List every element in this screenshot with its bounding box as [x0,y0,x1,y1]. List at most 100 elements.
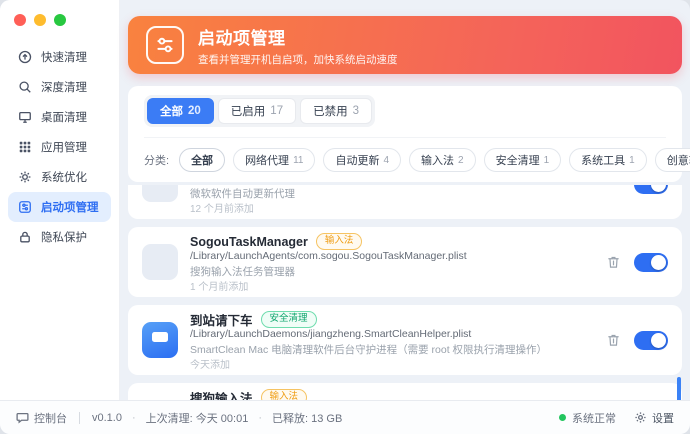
main-row: 快速清理 深度清理 桌面清理 应用管理 系统优化 [0,0,690,400]
sidebar-item-system-optimize[interactable]: 系统优化 [8,162,111,192]
list-item: 到站请下车 安全清理 /Library/LaunchDaemons/jiangz… [128,305,682,375]
item-text: 到站请下车 安全清理 /Library/LaunchDaemons/jiangz… [190,311,595,369]
item-time-added: 12 个月前添加 [190,200,595,213]
scrollbar-thumb[interactable] [677,377,681,400]
toggle-knob [651,255,666,270]
minimize-button[interactable] [34,14,46,26]
chip-label: 自动更新 [335,152,379,168]
zoom-button[interactable] [54,14,66,26]
app-manage-icon [18,140,32,154]
item-description: 搜狗输入法任务管理器 [190,264,595,278]
startup-item-list[interactable]: 微软软件自动更新代理 12 个月前添加 SogouTaskManager 输 [128,185,682,400]
sidebar-menu: 快速清理 深度清理 桌面清理 应用管理 系统优化 [0,42,119,252]
app-icon [142,322,178,358]
chip-count: 1 [629,155,635,166]
sidebar-item-privacy[interactable]: 隐私保护 [8,222,111,252]
system-status: 系统正常 [559,410,616,426]
close-button[interactable] [14,14,26,26]
page-subtitle: 查看并管理开机自启项，加快系统启动速度 [198,52,398,67]
item-path: /Library/LaunchDaemons/jiangzheng.SmartC… [190,328,595,342]
tab-disabled[interactable]: 已禁用 3 [300,98,372,124]
item-category-tag: 输入法 [261,389,308,400]
list-item: 微软软件自动更新代理 12 个月前添加 [128,185,682,219]
status-green-dot [559,414,566,421]
chip-label: 安全清理 [496,152,540,168]
startup-manage-icon [18,200,32,214]
chip-label: 创意软件 [667,152,690,168]
sidebar-item-label: 深度清理 [41,79,87,95]
privacy-icon [18,230,32,244]
sidebar-item-label: 隐私保护 [41,229,87,245]
toggle-knob [651,333,666,348]
item-category-tag: 输入法 [316,233,363,249]
chip-all[interactable]: 全部 [179,148,225,172]
toggle-knob [651,185,666,192]
trash-icon[interactable] [607,333,620,347]
deep-clean-icon [18,80,32,94]
item-time-added: 1 个月前添加 [190,278,595,291]
item-time-added: 今天添加 [190,356,595,369]
tab-all[interactable]: 全部 20 [147,98,214,124]
chip-label: 网络代理 [245,152,289,168]
console-icon [16,411,29,424]
sidebar-item-quick-clean[interactable]: 快速清理 [8,42,111,72]
tab-all-count: 20 [188,105,201,117]
item-text: SogouTaskManager 输入法 /Library/LaunchAgen… [190,233,595,291]
item-name: 搜狗输入法 [190,388,253,400]
chip-network-proxy[interactable]: 网络代理 11 [233,148,315,172]
item-description: SmartClean Mac 电脑清理软件后台守护进程（需要 root 权限执行… [190,342,595,356]
sidebar-item-label: 应用管理 [41,139,87,155]
tray-glyph [152,332,168,342]
sidebar-item-label: 系统优化 [41,169,87,185]
status-label: 系统正常 [572,410,616,426]
sidebar-item-startup-manage[interactable]: 启动项管理 [8,192,111,222]
enable-toggle[interactable] [634,185,668,194]
sidebar: 快速清理 深度清理 桌面清理 应用管理 系统优化 [0,0,120,400]
category-filter-label: 分类: [144,152,169,168]
item-text: 微软软件自动更新代理 12 个月前添加 [190,185,595,213]
chip-security-clean[interactable]: 安全清理 1 [484,148,562,172]
item-name: 到站请下车 [190,310,253,329]
page-header-banner: 启动项管理 查看并管理开机自启项，加快系统启动速度 [128,16,682,74]
footer-right: 系统正常 设置 [559,410,674,426]
sidebar-item-deep-clean[interactable]: 深度清理 [8,72,111,102]
item-text: 搜狗输入法 输入法 /Library/LaunchAgents/com.sogo… [190,389,595,400]
item-description: 微软软件自动更新代理 [190,186,595,200]
tab-enabled[interactable]: 已启用 17 [218,98,296,124]
console-button[interactable]: 控制台 [16,410,67,426]
chip-count: 1 [544,155,550,166]
sidebar-item-label: 快速清理 [41,49,87,65]
settings-label: 设置 [652,410,674,426]
app-icon [142,244,178,280]
trash-icon[interactable] [607,255,620,269]
chip-label: 输入法 [421,152,454,168]
chip-creative-software[interactable]: 创意软件 1 [655,148,690,172]
desktop-clean-icon [18,110,32,124]
sidebar-item-label: 桌面清理 [41,109,87,125]
filter-panel: 全部 20 已启用 17 已禁用 3 分类: 全部 [128,86,682,182]
tab-enabled-count: 17 [270,105,283,117]
item-path: /Library/LaunchAgents/com.sogou.SogouTas… [190,250,595,264]
status-bar: 控制台 v0.1.0 · 上次清理: 今天 00:01 · 已释放: 13 GB… [0,400,690,434]
chip-system-tools[interactable]: 系统工具 1 [569,148,647,172]
enable-toggle[interactable] [634,331,668,350]
console-label: 控制台 [34,410,67,426]
chip-count: 4 [383,155,389,166]
chip-label: 全部 [191,152,213,168]
item-actions [607,331,668,350]
startup-tabs: 全部 20 已启用 17 已禁用 3 [144,95,375,127]
app-window: 快速清理 深度清理 桌面清理 应用管理 系统优化 [0,0,690,434]
chip-count: 11 [293,155,303,166]
item-category-tag: 安全清理 [261,311,317,327]
settings-button[interactable]: 设置 [634,410,674,426]
sidebar-item-app-manage[interactable]: 应用管理 [8,132,111,162]
category-filter-row: 分类: 全部 网络代理 11 自动更新 4 输入法 2 [144,137,666,172]
app-icon [142,185,178,202]
item-actions [607,253,668,272]
chip-input-method[interactable]: 输入法 2 [409,148,476,172]
last-clean-time: 上次清理: 今天 00:01 [146,410,249,426]
page-title: 启动项管理 [198,24,398,49]
chip-auto-update[interactable]: 自动更新 4 [323,148,401,172]
sidebar-item-desktop-clean[interactable]: 桌面清理 [8,102,111,132]
enable-toggle[interactable] [634,253,668,272]
